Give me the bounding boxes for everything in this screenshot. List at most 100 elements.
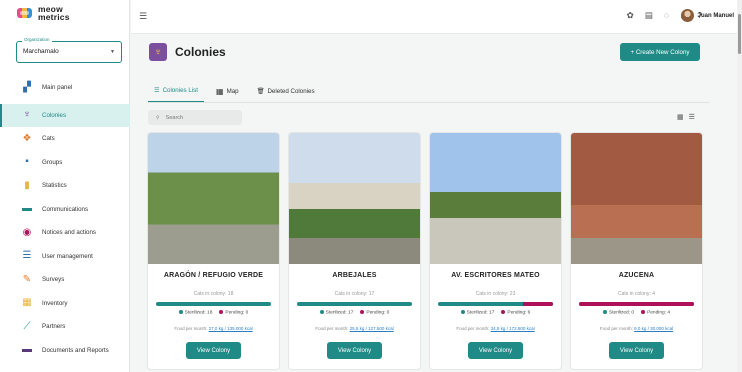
- sidebar-nav: ▞ Main panel ♆ Colonies ❖ Cats ▪ Groups ▮ Statist…: [0, 76, 130, 362]
- sidebar-item-surveys[interactable]: ✎ Surveys: [0, 268, 130, 292]
- survey-icon: ✎: [22, 273, 32, 285]
- sidebar-item-label: Main panel: [42, 84, 73, 92]
- food-per-month: Food per month: 6,0 kg / 30.000 kcal: [599, 326, 674, 331]
- sidebar-item-inventory[interactable]: ▦ Inventory: [0, 292, 130, 316]
- app-logo[interactable]: meow metrics: [17, 5, 70, 21]
- sterilized-dot-icon: [319, 310, 324, 314]
- divider: [148, 102, 710, 103]
- colony-name: AZUCENA: [618, 272, 655, 279]
- cat-icon[interactable]: ✿: [627, 10, 634, 21]
- food-link[interactable]: 34,5 kg / 172.500 kcal: [491, 326, 535, 331]
- sidebar-item-communications[interactable]: ▬ Communications: [0, 198, 130, 222]
- sidebar-item-groups[interactable]: ▪ Groups: [0, 151, 130, 175]
- colony-card[interactable]: AZUCENA Cats in colony: 4 Sterilized: 0 …: [571, 133, 702, 369]
- colony-card[interactable]: AV. ESCRITORES MATEO Cats in colony: 23 …: [430, 133, 561, 369]
- sidebar-item-label: Groups: [42, 158, 63, 166]
- colony-name: AV. ESCRITORES MATEO: [451, 272, 540, 279]
- sidebar-item-label: Notices and actions: [42, 229, 96, 237]
- sidebar-item-label: Statistics: [42, 182, 67, 190]
- sterilization-counts: Sterilized: 17 Pending: 6: [430, 310, 561, 315]
- page-title: Colonies: [175, 45, 226, 59]
- sterilized-count: Sterilized: 17: [319, 310, 353, 315]
- pending-count: Pending: 0: [219, 310, 248, 315]
- sidebar-item-cats[interactable]: ❖ Cats: [0, 127, 130, 151]
- view-colony-button[interactable]: View Colony: [468, 342, 523, 359]
- page-scrollbar[interactable]: [737, 0, 742, 372]
- chevron-down-icon: ▼: [110, 49, 115, 55]
- grid-view-icon[interactable]: ▦: [677, 113, 684, 121]
- paw-icon: ❖: [22, 132, 32, 144]
- sidebar: meow metrics Organization Marchamalo ▼ ▞…: [0, 0, 130, 372]
- pending-count: Pending: 4: [641, 310, 670, 315]
- sidebar-item-documents-and-reports[interactable]: ▬ Documents and Reports: [0, 339, 130, 363]
- trophy-icon: ♆: [23, 109, 31, 121]
- chat-icon[interactable]: ◌: [664, 10, 669, 21]
- main-panel-icon: ▞: [23, 81, 31, 93]
- sterilization-counts: Sterilized: 18 Pending: 0: [148, 310, 279, 315]
- cats-in-colony: Cats in colony: 23: [475, 291, 516, 297]
- pending-dot-icon: [501, 310, 506, 314]
- colony-card[interactable]: ARBEJALES Cats in colony: 17 Sterilized:…: [289, 133, 420, 369]
- sterilized-count: Sterilized: 0: [603, 310, 634, 315]
- tab-label: Colonies List: [162, 87, 198, 94]
- trophy-icon: ♆: [149, 43, 167, 61]
- food-link[interactable]: 6,0 kg / 30.000 kcal: [634, 326, 673, 331]
- top-header: ☰ ✿ ▤ ◌ ♫ ? Juan Manuel: [131, 0, 742, 34]
- food-per-month: Food per month: 27,0 kg / 135.000 kcal: [174, 326, 253, 331]
- sidebar-item-colonies[interactable]: ♆ Colonies: [0, 103, 130, 127]
- user-menu[interactable]: Juan Manuel: [680, 9, 734, 22]
- layout-toggle: ▦ ☰: [677, 113, 695, 121]
- sidebar-item-statistics[interactable]: ▮ Statistics: [0, 174, 130, 198]
- colony-name: ARBEJALES: [332, 272, 377, 279]
- tab-label: Map: [226, 87, 239, 95]
- scrollbar-thumb[interactable]: [738, 14, 741, 54]
- sidebar-item-user-management[interactable]: ☰ User management: [0, 245, 130, 269]
- sidebar-item-partners[interactable]: ⟋ Partners: [0, 315, 130, 339]
- search-input[interactable]: [165, 114, 226, 121]
- sidebar-item-main-panel[interactable]: ▞ Main panel: [0, 76, 130, 100]
- view-colony-button[interactable]: View Colony: [186, 342, 241, 359]
- list-view-icon[interactable]: ☰: [689, 113, 695, 121]
- view-colony-button[interactable]: View Colony: [609, 342, 664, 359]
- pending-count: Pending: 0: [360, 310, 389, 315]
- colony-card[interactable]: ARAGÓN / REFUGIO VERDE Cats in colony: 1…: [148, 133, 279, 369]
- colony-photo: [289, 133, 420, 264]
- pending-dot-icon: [360, 310, 365, 314]
- menu-toggle-icon[interactable]: ☰: [139, 11, 147, 22]
- sidebar-item-label: Colonies: [42, 111, 67, 119]
- create-colony-button[interactable]: + Create New Colony: [620, 43, 700, 61]
- sidebar-item-label: Partners: [42, 323, 66, 331]
- avatar: [680, 9, 694, 22]
- sidebar-item-label: User management: [42, 252, 93, 260]
- food-per-month: Food per month: 25,5 kg / 127.500 kcal: [315, 326, 394, 331]
- food-link[interactable]: 27,0 kg / 135.000 kcal: [209, 326, 253, 331]
- pending-count: Pending: 6: [501, 310, 530, 315]
- trash-icon: 🗑: [256, 88, 265, 95]
- sterilization-counts: Sterilized: 17 Pending: 0: [289, 310, 420, 315]
- search-box[interactable]: ⚲: [148, 110, 242, 125]
- sidebar-item-notices-and-actions[interactable]: ◉ Notices and actions: [0, 221, 130, 245]
- cats-in-colony: Cats in colony: 18: [193, 291, 234, 297]
- food-per-month: Food per month: 34,5 kg / 172.500 kcal: [456, 326, 535, 331]
- pending-dot-icon: [641, 310, 646, 314]
- notice-icon: ◉: [22, 226, 32, 238]
- colony-cards: ARAGÓN / REFUGIO VERDE Cats in colony: 1…: [148, 133, 702, 369]
- organization-label: Organization: [22, 37, 52, 42]
- sterilized-dot-icon: [178, 310, 183, 314]
- view-colony-button[interactable]: View Colony: [327, 342, 382, 359]
- tab-colonies-list[interactable]: ☰ Colonies List: [148, 80, 204, 102]
- sidebar-item-label: Cats: [42, 135, 55, 143]
- food-link[interactable]: 25,5 kg / 127.500 kcal: [350, 326, 394, 331]
- documents-icon: ▬: [22, 344, 32, 356]
- tab-map[interactable]: ▦ Map: [210, 80, 245, 102]
- grid-map-icon: ▦: [216, 86, 224, 96]
- pending-fill: [579, 302, 694, 306]
- organization-select[interactable]: Organization Marchamalo ▼: [16, 37, 122, 63]
- document-icon[interactable]: ▤: [645, 10, 653, 21]
- sterilization-progress-bar: [579, 302, 694, 306]
- sidebar-item-label: Surveys: [42, 276, 65, 284]
- tab-label: Deleted Colonies: [267, 87, 315, 95]
- tab-deleted-colonies[interactable]: 🗑 Deleted Colonies: [251, 80, 321, 102]
- sidebar-item-label: Documents and Reports: [42, 346, 109, 354]
- pending-fill: [523, 302, 553, 306]
